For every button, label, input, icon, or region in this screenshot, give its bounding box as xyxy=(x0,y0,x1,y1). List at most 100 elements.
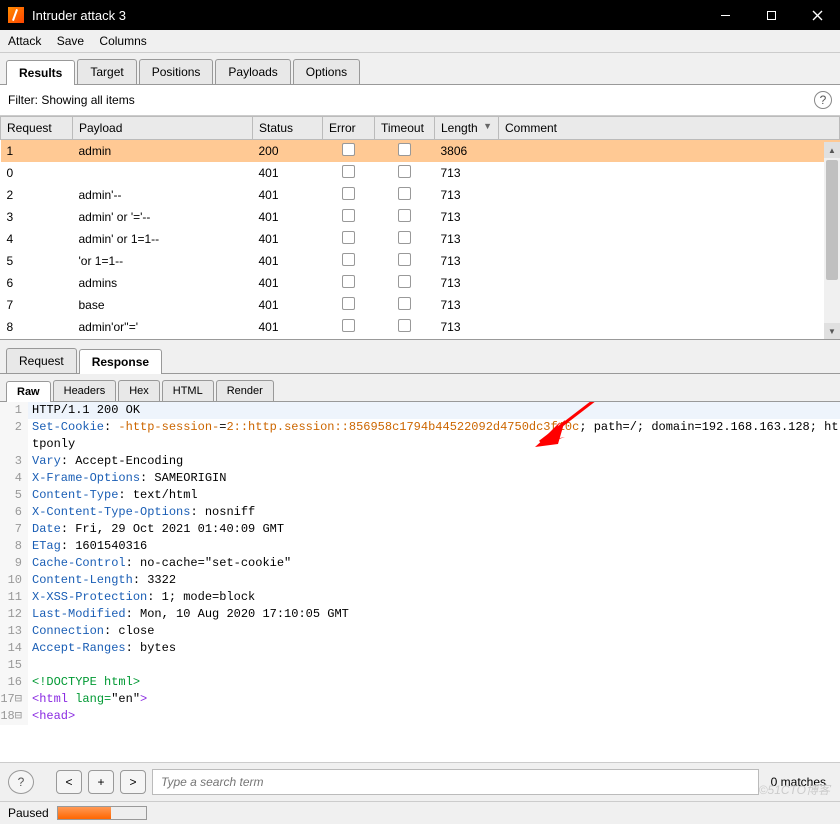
table-scrollbar[interactable]: ▲ ▼ xyxy=(824,142,840,339)
col-status[interactable]: Status xyxy=(253,117,323,140)
line-number: 16 xyxy=(0,674,28,691)
line-content: HTTP/1.1 200 OK xyxy=(28,402,140,419)
scroll-down-icon[interactable]: ▼ xyxy=(824,323,840,339)
sub-tabs: RequestResponse xyxy=(0,340,840,374)
checkbox-icon xyxy=(342,187,355,200)
titlebar: Intruder attack 3 xyxy=(0,0,840,30)
line-number: 5 xyxy=(0,487,28,504)
col-error[interactable]: Error xyxy=(323,117,375,140)
minimize-button[interactable] xyxy=(702,0,748,30)
col-comment[interactable]: Comment xyxy=(499,117,840,140)
help-icon[interactable]: ? xyxy=(8,770,34,794)
code-line: 14Accept-Ranges: bytes xyxy=(0,640,840,657)
checkbox-icon xyxy=(342,231,355,244)
checkbox-icon xyxy=(342,253,355,266)
tab-positions[interactable]: Positions xyxy=(139,59,214,84)
table-row[interactable]: 2admin'--401713 xyxy=(1,184,840,206)
col-request[interactable]: Request xyxy=(1,117,73,140)
line-number: 11 xyxy=(0,589,28,606)
line-number: 6 xyxy=(0,504,28,521)
search-prev-button[interactable]: < xyxy=(56,770,82,794)
code-line: 11X-XSS-Protection: 1; mode=block xyxy=(0,589,840,606)
checkbox-icon xyxy=(398,297,411,310)
line-number: 13 xyxy=(0,623,28,640)
table-row[interactable]: 7base401713 xyxy=(1,294,840,316)
main-tabs: ResultsTargetPositionsPayloadsOptions xyxy=(0,53,840,85)
code-line: 5Content-Type: text/html xyxy=(0,487,840,504)
line-content: Content-Type: text/html xyxy=(28,487,198,504)
code-line: 8ETag: 1601540316 xyxy=(0,538,840,555)
view-tabs: RawHeadersHexHTMLRender xyxy=(0,374,840,402)
line-number: 3 xyxy=(0,453,28,470)
scrollbar-thumb[interactable] xyxy=(826,160,838,280)
checkbox-icon xyxy=(342,209,355,222)
code-line: 2Set-Cookie: -http-session-=2::http.sess… xyxy=(0,419,840,453)
col-length[interactable]: Length xyxy=(435,117,499,140)
status-label: Paused xyxy=(8,806,49,820)
search-add-button[interactable]: + xyxy=(88,770,114,794)
table-row[interactable]: 5'or 1=1--401713 xyxy=(1,250,840,272)
viewtab-render[interactable]: Render xyxy=(216,380,274,401)
col-payload[interactable]: Payload xyxy=(73,117,253,140)
tab-results[interactable]: Results xyxy=(6,60,75,85)
progress-fill xyxy=(58,807,111,819)
filter-row[interactable]: Filter: Showing all items ? xyxy=(0,85,840,116)
line-content: Accept-Ranges: bytes xyxy=(28,640,176,657)
help-icon[interactable]: ? xyxy=(814,91,832,109)
search-input[interactable] xyxy=(152,769,759,795)
code-line: 12Last-Modified: Mon, 10 Aug 2020 17:10:… xyxy=(0,606,840,623)
tab-payloads[interactable]: Payloads xyxy=(215,59,290,84)
table-row[interactable]: 0401713 xyxy=(1,162,840,184)
table-row[interactable]: 4admin' or 1=1--401713 xyxy=(1,228,840,250)
menu-save[interactable]: Save xyxy=(57,34,84,48)
checkbox-icon xyxy=(342,275,355,288)
filter-text: Filter: Showing all items xyxy=(8,93,814,107)
close-button[interactable] xyxy=(794,0,840,30)
line-number: 12 xyxy=(0,606,28,623)
tab-options[interactable]: Options xyxy=(293,59,360,84)
table-row[interactable]: 6admins401713 xyxy=(1,272,840,294)
line-content: ETag: 1601540316 xyxy=(28,538,147,555)
search-next-button[interactable]: > xyxy=(120,770,146,794)
checkbox-icon xyxy=(342,143,355,156)
subtab-request[interactable]: Request xyxy=(6,348,77,373)
app-icon xyxy=(8,7,24,23)
subtab-response[interactable]: Response xyxy=(79,349,162,374)
tab-target[interactable]: Target xyxy=(77,59,136,84)
col-timeout[interactable]: Timeout xyxy=(375,117,435,140)
code-area[interactable]: 1HTTP/1.1 200 OK2Set-Cookie: -http-sessi… xyxy=(0,402,840,762)
checkbox-icon xyxy=(342,319,355,332)
maximize-button[interactable] xyxy=(748,0,794,30)
line-number: 4 xyxy=(0,470,28,487)
viewtab-hex[interactable]: Hex xyxy=(118,380,160,401)
results-table-wrap: RequestPayloadStatusErrorTimeoutLengthCo… xyxy=(0,116,840,340)
line-number: 7 xyxy=(0,521,28,538)
checkbox-icon xyxy=(398,209,411,222)
checkbox-icon xyxy=(342,297,355,310)
menu-columns[interactable]: Columns xyxy=(99,34,146,48)
viewtab-raw[interactable]: Raw xyxy=(6,381,51,402)
table-row[interactable]: 1admin2003806 xyxy=(1,140,840,163)
viewtab-html[interactable]: HTML xyxy=(162,380,214,401)
table-row[interactable]: 8admin'or''='401713 xyxy=(1,316,840,338)
menubar: Attack Save Columns xyxy=(0,30,840,53)
checkbox-icon xyxy=(398,187,411,200)
checkbox-icon xyxy=(398,143,411,156)
line-content: <html lang="en"> xyxy=(28,691,147,708)
search-row: ? < + > 0 matches xyxy=(0,762,840,801)
scroll-up-icon[interactable]: ▲ xyxy=(824,142,840,158)
viewtab-headers[interactable]: Headers xyxy=(53,380,117,401)
line-content: X-XSS-Protection: 1; mode=block xyxy=(28,589,255,606)
line-content: Cache-Control: no-cache="set-cookie" xyxy=(28,555,291,572)
line-content: X-Content-Type-Options: nosniff xyxy=(28,504,255,521)
line-number: 1 xyxy=(0,402,28,419)
checkbox-icon xyxy=(398,319,411,332)
line-content: Last-Modified: Mon, 10 Aug 2020 17:10:05… xyxy=(28,606,349,623)
line-content: X-Frame-Options: SAMEORIGIN xyxy=(28,470,226,487)
search-matches: 0 matches xyxy=(765,775,832,789)
table-row[interactable]: 3admin' or '='--401713 xyxy=(1,206,840,228)
code-line: 18⊟<head> xyxy=(0,708,840,725)
table-row[interactable]: 9user401713 xyxy=(1,338,840,340)
checkbox-icon xyxy=(398,253,411,266)
menu-attack[interactable]: Attack xyxy=(8,34,41,48)
